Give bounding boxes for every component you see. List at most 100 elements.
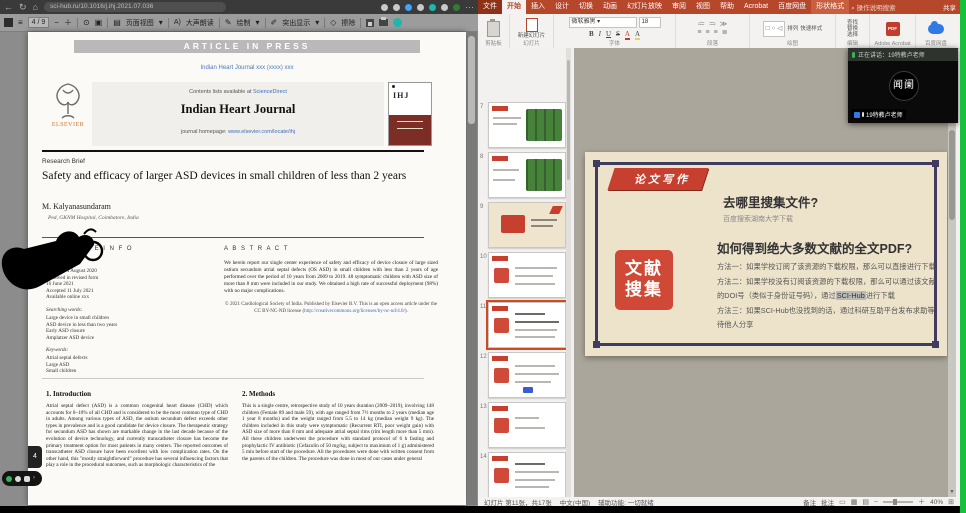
reading-view-icon[interactable]: ▤ (862, 498, 869, 506)
sidebar-toggle-icon[interactable] (4, 18, 13, 27)
tell-me-search[interactable]: ⌕ 操作说明搜索 (851, 2, 895, 13)
slide-question-1-subtext[interactable]: 百度搜索湖南大学下载 (723, 214, 793, 224)
fit-to-window-icon[interactable]: ⊞ (948, 498, 954, 506)
underline-button[interactable]: U (606, 30, 611, 40)
back-icon[interactable]: ← (4, 0, 13, 14)
tab-home[interactable]: 开始 (502, 0, 526, 14)
zoom-level[interactable]: 40% (930, 499, 943, 506)
camera-icon[interactable] (6, 476, 12, 482)
normal-view-icon[interactable]: ▭ (839, 498, 846, 506)
read-aloud-label[interactable]: 大声朗读 (186, 18, 214, 28)
slide-thumbnail[interactable] (488, 102, 566, 148)
notes-icon[interactable] (441, 4, 448, 11)
bullets-icon[interactable]: ≔ (698, 21, 705, 28)
font-name-select[interactable]: 微软雅黑 ▾ (569, 17, 637, 28)
slide-question-1[interactable]: 去哪里搜集文件? (723, 192, 818, 211)
align-center-icon[interactable]: ≡ (706, 29, 710, 36)
meeting-title-bar[interactable]: 正在讲话：19特教卢老师 (848, 48, 958, 61)
canvas-scrollbar-thumb[interactable] (949, 130, 955, 220)
font-color-button[interactable]: A (625, 30, 630, 40)
highlight-icon[interactable]: ✐ (271, 14, 278, 32)
bird-icon[interactable] (453, 4, 460, 11)
tab-baidu-netdisk[interactable]: 百度网盘 (773, 0, 811, 14)
page-view-icon[interactable]: ▤ (113, 14, 121, 32)
home-icon[interactable]: ⌂ (33, 0, 38, 14)
homepage-link[interactable]: www.elsevier.com/locate/ihj (228, 129, 295, 135)
new-slide-button[interactable] (526, 18, 538, 32)
sciencedirect-link[interactable]: ScienceDirect (253, 89, 287, 95)
meeting-overlay[interactable]: 正在讲话：19特教卢老师 闻阑 19特教卢老师 (848, 48, 958, 123)
slide-thumbnail[interactable] (488, 152, 566, 198)
save-icon[interactable] (366, 19, 374, 27)
slide-thumbnail[interactable] (488, 352, 566, 398)
zoom-out-icon[interactable]: − (54, 14, 59, 32)
font-size-select[interactable]: 18 (639, 17, 661, 28)
strikethrough-button[interactable]: S (616, 30, 620, 40)
quick-styles-button[interactable]: 快速样式 (800, 26, 822, 32)
tab-review[interactable]: 审阅 (667, 0, 691, 14)
tab-acrobat[interactable]: Acrobat (739, 0, 773, 14)
tab-insert[interactable]: 插入 (526, 0, 550, 14)
print-icon[interactable] (379, 19, 388, 26)
slide-thumbnail-current[interactable] (488, 302, 566, 348)
fit-page-icon[interactable]: ▣ (95, 14, 103, 32)
tab-slideshow[interactable]: 幻灯片放映 (622, 0, 667, 14)
address-bar[interactable]: sci-hub.ru/10.1016/j.ihj.2021.07.036 (44, 2, 226, 12)
tab-transitions[interactable]: 切换 (574, 0, 598, 14)
thumbnail-scrollbar-thumb[interactable] (567, 60, 570, 180)
highlight-color-button[interactable]: A (635, 30, 640, 40)
slide-thumbnail[interactable] (488, 402, 566, 448)
zoom-in-icon[interactable]: ＋ (64, 14, 72, 32)
meeting-float-toolbar[interactable]: › (2, 471, 42, 486)
tab-animations[interactable]: 动画 (598, 0, 622, 14)
tab-design[interactable]: 设计 (550, 0, 574, 14)
toc-icon[interactable]: ≡ (18, 14, 23, 32)
journal-reference-link[interactable]: Indian Heart Journal xxx (xxxx) xxx (28, 65, 466, 71)
paste-button[interactable] (487, 21, 500, 37)
expand-chevron-icon[interactable]: › (33, 471, 35, 486)
mic-icon[interactable] (15, 476, 21, 482)
refresh-icon[interactable]: ↻ (19, 0, 27, 14)
translate-icon[interactable] (405, 4, 412, 11)
puzzle-icon[interactable] (393, 4, 400, 11)
align-right-icon[interactable]: ≡ (714, 29, 718, 36)
page-indicator[interactable]: 4 / 9 (28, 17, 50, 28)
cast-icon[interactable] (429, 4, 436, 11)
draw-icon[interactable]: ✎ (225, 14, 232, 32)
zoom-out-icon[interactable]: − (874, 499, 878, 506)
arrange-button[interactable]: 排列 (787, 26, 798, 32)
chat-icon[interactable] (24, 476, 30, 482)
tab-view[interactable]: 视图 (691, 0, 715, 14)
bold-button[interactable]: B (589, 30, 594, 40)
read-aloud-icon[interactable]: A) (174, 19, 181, 26)
erase-label[interactable]: 擦除 (341, 18, 355, 28)
share-button[interactable]: 共享 (943, 2, 960, 12)
align-left-icon[interactable]: ≡ (697, 29, 701, 36)
tab-help[interactable]: 帮助 (715, 0, 739, 14)
license-link[interactable]: http://creativecommons.org/licenses/by-n… (304, 309, 405, 314)
pdf-scrollbar-thumb[interactable] (468, 36, 475, 124)
immersive-reader-icon[interactable] (393, 18, 402, 27)
profile-icon[interactable] (417, 4, 424, 11)
tab-file[interactable]: 文件 (478, 0, 502, 14)
more-icon[interactable]: ··· (465, 0, 474, 14)
justify-icon[interactable]: ≣ (722, 29, 728, 36)
draw-label[interactable]: 绘制 (237, 18, 251, 28)
literature-seal[interactable]: 文献 搜集 (615, 250, 673, 310)
indent-icon[interactable]: ≫ (720, 21, 727, 28)
scroll-down-icon[interactable]: ▼ (948, 489, 956, 495)
slide-sorter-icon[interactable]: ▦ (851, 498, 858, 506)
fit-width-icon[interactable]: ⊙ (83, 14, 90, 32)
save-to-netdisk-button[interactable] (928, 24, 944, 34)
erase-icon[interactable]: ◇ (330, 14, 336, 32)
numbering-icon[interactable]: ≕ (709, 21, 716, 28)
shapes-gallery[interactable]: □ ○ ◁ (763, 21, 785, 37)
zoom-slider[interactable] (883, 501, 913, 503)
page-view-label[interactable]: 页面视图 (126, 18, 154, 28)
slide-question-2[interactable]: 如何得到绝大多数文献的全文PDF? (717, 238, 912, 257)
slide-thumbnail[interactable] (488, 452, 566, 498)
star-icon[interactable] (381, 4, 388, 11)
create-pdf-button[interactable]: PDF (886, 22, 900, 36)
slide-thumbnail[interactable] (488, 252, 566, 298)
page-number-tab[interactable]: 4 (28, 446, 42, 468)
